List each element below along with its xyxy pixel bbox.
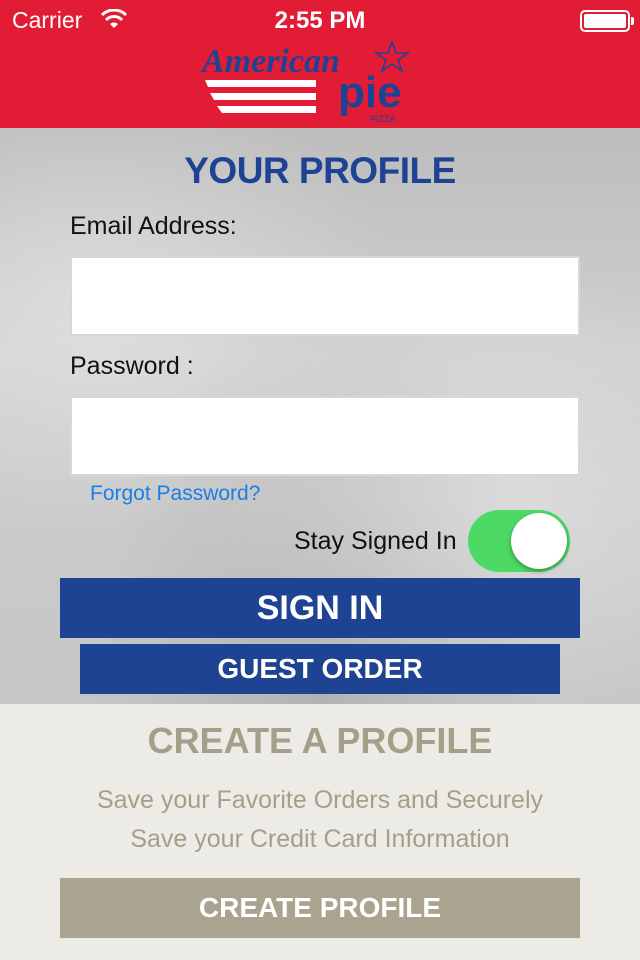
email-field[interactable] — [70, 256, 580, 336]
email-label: Email Address: — [70, 212, 237, 240]
svg-text:PIZZA: PIZZA — [370, 114, 396, 124]
password-field[interactable] — [70, 396, 580, 476]
create-profile-text-2: Save your Credit Card Information — [130, 825, 510, 853]
toggle-knob — [511, 513, 567, 569]
status-bar: Carrier 2:55 PM — [0, 0, 640, 40]
guest-order-button[interactable]: GUEST ORDER — [80, 644, 560, 694]
page-title: YOUR PROFILE — [184, 150, 456, 191]
status-time: 2:55 PM — [274, 7, 366, 34]
create-profile-title: CREATE A PROFILE — [147, 720, 493, 761]
app-header: Carrier 2:55 PM American pie PIZZA — [0, 0, 640, 128]
svg-text:American: American — [200, 43, 340, 80]
battery-icon — [580, 10, 634, 32]
login-section: YOUR PROFILE Email Address: Password : F… — [0, 128, 640, 704]
american-pie-logo: American pie PIZZA — [200, 40, 411, 124]
create-profile-text-1: Save your Favorite Orders and Securely — [96, 786, 544, 814]
svg-text:pie: pie — [338, 68, 402, 117]
sign-in-button[interactable]: SIGN IN — [60, 578, 580, 638]
create-profile-button[interactable]: CREATE PROFILE — [60, 878, 580, 938]
stay-signed-in-toggle[interactable] — [468, 510, 570, 572]
password-label: Password : — [70, 352, 194, 380]
create-profile-section: CREATE A PROFILE Save your Favorite Orde… — [0, 704, 640, 960]
stay-signed-in-label: Stay Signed In — [294, 527, 457, 555]
forgot-password-link[interactable]: Forgot Password? — [90, 482, 260, 506]
